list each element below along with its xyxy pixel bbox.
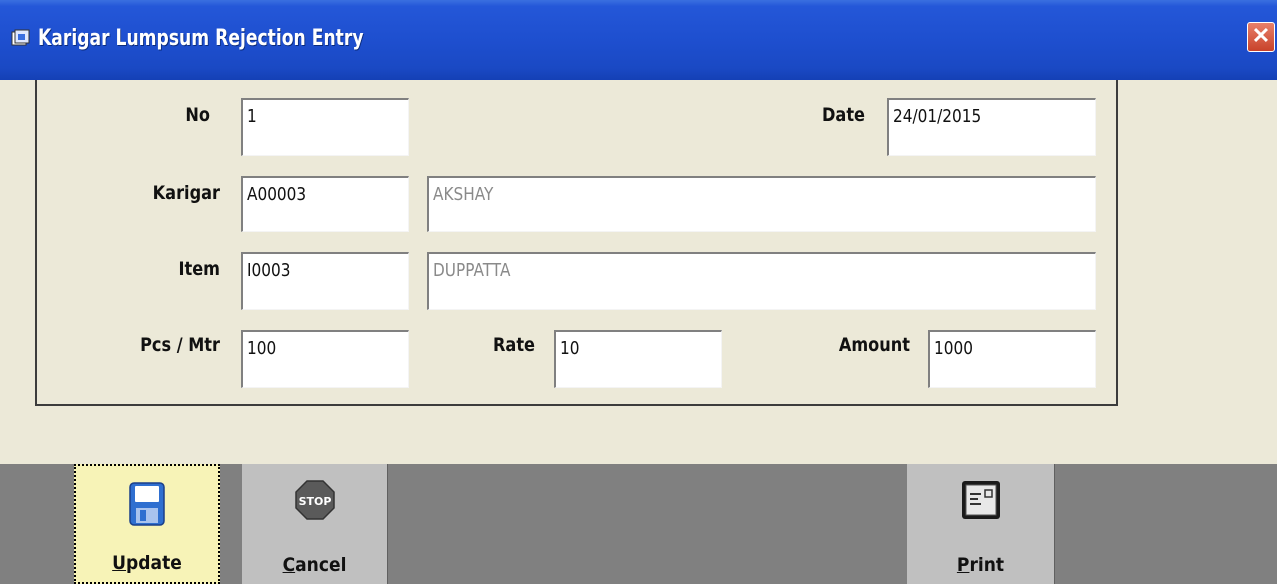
app-window: Karigar Lumpsum Rejection Entry ✕ No Dat… bbox=[0, 0, 1277, 584]
app-icon bbox=[11, 29, 30, 46]
karigar-label: Karigar bbox=[152, 182, 220, 204]
karigar-code-input[interactable] bbox=[247, 184, 379, 205]
no-field[interactable] bbox=[241, 98, 409, 156]
pcs-mtr-label: Pcs / Mtr bbox=[140, 334, 220, 356]
close-icon: ✕ bbox=[1251, 23, 1271, 48]
button-toolbar: Update STOP Cancel Print bbox=[0, 464, 1277, 584]
item-code-input[interactable] bbox=[247, 260, 379, 281]
cancel-label: Cancel bbox=[282, 554, 347, 576]
printer-icon bbox=[961, 481, 1000, 519]
floppy-disk-icon bbox=[129, 482, 165, 526]
karigar-code-field[interactable] bbox=[241, 176, 409, 232]
amount-input[interactable] bbox=[934, 338, 1066, 359]
date-input[interactable] bbox=[893, 106, 1060, 127]
print-button[interactable]: Print bbox=[907, 464, 1055, 584]
svg-text:STOP: STOP bbox=[298, 495, 331, 508]
update-button[interactable]: Update bbox=[74, 464, 220, 584]
rate-input[interactable] bbox=[560, 338, 692, 359]
rate-label: Rate bbox=[492, 334, 535, 356]
print-label: Print bbox=[956, 554, 1005, 576]
form-area: No Date Karigar Item Pcs / Mtr Rate bbox=[0, 80, 1277, 464]
amount-label: Amount bbox=[838, 334, 910, 356]
update-label: Update bbox=[112, 552, 182, 574]
rate-field[interactable] bbox=[554, 330, 722, 388]
pcs-mtr-field[interactable] bbox=[241, 330, 409, 388]
item-name-input bbox=[433, 260, 991, 281]
karigar-name-input bbox=[433, 184, 991, 205]
date-field[interactable] bbox=[887, 98, 1096, 156]
item-label: Item bbox=[178, 258, 220, 280]
no-input[interactable] bbox=[247, 106, 379, 127]
pcs-mtr-input[interactable] bbox=[247, 338, 379, 359]
item-code-field[interactable] bbox=[241, 252, 409, 310]
stop-sign-icon: STOP bbox=[294, 480, 335, 520]
close-button[interactable]: ✕ bbox=[1247, 22, 1275, 52]
title-bar[interactable]: Karigar Lumpsum Rejection Entry ✕ bbox=[0, 0, 1277, 81]
window-title: Karigar Lumpsum Rejection Entry bbox=[38, 26, 364, 51]
no-label: No bbox=[185, 104, 210, 126]
amount-field[interactable] bbox=[928, 330, 1096, 388]
karigar-name-field bbox=[427, 176, 1096, 232]
date-label: Date bbox=[822, 104, 865, 126]
cancel-button[interactable]: STOP Cancel bbox=[242, 464, 388, 584]
item-name-field bbox=[427, 252, 1096, 310]
